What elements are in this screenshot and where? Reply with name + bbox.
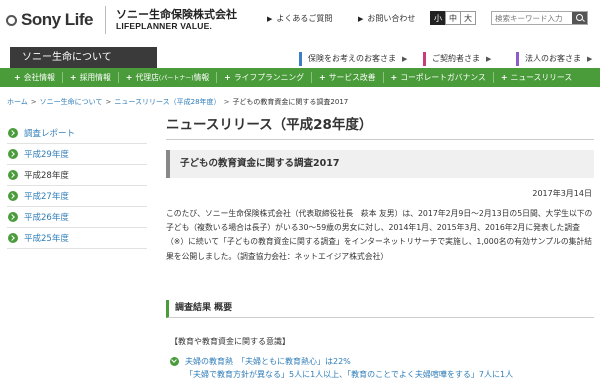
search-icon[interactable] <box>572 12 587 24</box>
nav-divider <box>117 72 119 83</box>
nav-divider <box>61 72 63 83</box>
audience-policyholder-link[interactable]: ご契約者さま ▶ <box>423 52 491 66</box>
breadcrumb-about[interactable]: ソニー生命について <box>40 98 103 106</box>
font-size-medium-button[interactable]: 中 <box>445 11 461 25</box>
faq-link[interactable]: ▶ よくあるご質問 <box>267 13 332 24</box>
nav-item-service[interactable]: + サービス改善 <box>319 72 375 83</box>
chevron-down-icon <box>170 356 179 366</box>
result-text[interactable]: 「夫婦で教育方針が異なる」5人に1人以上、「教育のことでよく夫婦喧嘩をする」7人… <box>170 368 594 382</box>
article-body: このたび、ソニー生命保険株式会社（代表取締役社長 萩本 友男）は、2017年2月… <box>166 209 593 261</box>
sidebar-item-h28[interactable]: 平成28年度 <box>7 165 147 186</box>
site-logo[interactable]: Sony Life ソニー生命保険株式会社 LIFEPLANNER VALUE. <box>6 6 237 34</box>
sidebar-item-h25[interactable]: 平成25年度 <box>7 228 147 249</box>
chevron-right-icon: ▶ <box>267 14 273 23</box>
article-date: 2017年3月14日 <box>532 189 592 198</box>
chevron-right-icon <box>8 128 18 138</box>
nav-divider <box>311 72 313 83</box>
plus-icon: + <box>390 73 398 82</box>
chevron-right-icon: ▶ <box>358 14 364 23</box>
section-heading: 調査結果 概要 <box>166 300 594 318</box>
chevron-right-icon <box>8 170 18 180</box>
plus-icon: + <box>14 73 21 82</box>
logo-circle-icon <box>6 15 17 26</box>
sidebar-item-h27[interactable]: 平成27年度 <box>7 186 147 207</box>
plus-icon: + <box>69 73 77 82</box>
results-list: 夫婦の教育熱 「夫婦ともに教育熱心」は22% 「夫婦で教育方針が異なる」5人に1… <box>170 354 594 382</box>
company-tab[interactable]: ソニー生命について <box>10 47 157 68</box>
font-size-small-button[interactable]: 小 <box>430 11 446 25</box>
nav-item-recruit[interactable]: + 採用情報 <box>70 72 111 83</box>
sidebar-item-reports[interactable]: 調査レポート <box>7 123 147 144</box>
breadcrumb-current: 子どもの教育資金に関する調査2017 <box>232 98 349 106</box>
plus-icon: + <box>224 73 231 82</box>
audience-prospect-link[interactable]: 保険をお考えのお客さま ▶ <box>299 52 407 66</box>
search-box <box>491 11 588 25</box>
sidebar-item-h26[interactable]: 平成26年度 <box>7 207 147 228</box>
audience-corporate-link[interactable]: 法人のお客さま ▶ <box>516 52 592 66</box>
nav-item-company-info[interactable]: + 会社情報 <box>14 72 55 83</box>
breadcrumb-home[interactable]: ホーム <box>7 98 28 106</box>
chevron-right-icon <box>8 212 18 222</box>
nav-item-lifeplanning[interactable]: + ライフプランニング <box>224 72 304 83</box>
sidebar: 調査レポート 平成29年度 平成28年度 平成27年度 平成26年度 平成25年… <box>7 123 147 249</box>
chevron-right-icon: ▶ <box>486 55 492 63</box>
section-subheading: 【教育や教育資金に関する意識】 <box>170 337 290 346</box>
font-size-selector: 小 中 大 <box>430 11 476 25</box>
chevron-right-icon: ▶ <box>587 55 593 63</box>
font-size-large-button[interactable]: 大 <box>460 11 476 25</box>
plus-icon: + <box>319 73 326 82</box>
plus-icon: + <box>500 73 508 82</box>
breadcrumb: ホーム > ソニー生命について > ニュースリリース（平成28年度） > 子どもの教育資金に… <box>7 98 349 106</box>
search-input[interactable] <box>492 12 572 24</box>
logo-divider <box>105 6 107 34</box>
chevron-right-icon: ▶ <box>402 55 408 63</box>
sidebar-item-h29[interactable]: 平成29年度 <box>7 144 147 165</box>
breadcrumb-news[interactable]: ニュースリリース（平成28年度） <box>114 98 220 106</box>
page-title: ニュースリリース（平成28年度） <box>166 113 594 140</box>
nav-item-news[interactable]: + ニュースリリース <box>501 72 572 83</box>
sony-life-logo: Sony Life <box>6 10 94 30</box>
result-link[interactable]: 夫婦の教育熱 「夫婦ともに教育熱心」は22% <box>170 354 594 368</box>
chevron-right-icon <box>8 149 18 159</box>
tagline: LIFEPLANNER VALUE. <box>116 21 213 32</box>
nav-divider <box>492 72 494 83</box>
global-nav: + 会社情報 + 採用情報 + 代理店 (パートナー) 情報 + ライフプランニング + サー… <box>0 68 600 87</box>
site-header: Sony Life ソニー生命保険株式会社 LIFEPLANNER VALUE.… <box>0 0 600 44</box>
nav-item-governance[interactable]: + コーポレートガバナンス <box>391 72 486 83</box>
plus-icon: + <box>125 73 133 82</box>
nav-divider <box>216 72 218 83</box>
article-title: 子どもの教育資金に関する調査2017 <box>166 150 594 178</box>
nav-divider <box>382 72 384 83</box>
chevron-right-icon <box>8 233 18 243</box>
nav-item-agency[interactable]: + 代理店 (パートナー) 情報 <box>126 72 209 83</box>
contact-link[interactable]: ▶ お問い合わせ <box>358 13 415 24</box>
chevron-right-icon <box>8 191 18 201</box>
company-name: ソニー生命保険株式会社 <box>116 8 238 22</box>
